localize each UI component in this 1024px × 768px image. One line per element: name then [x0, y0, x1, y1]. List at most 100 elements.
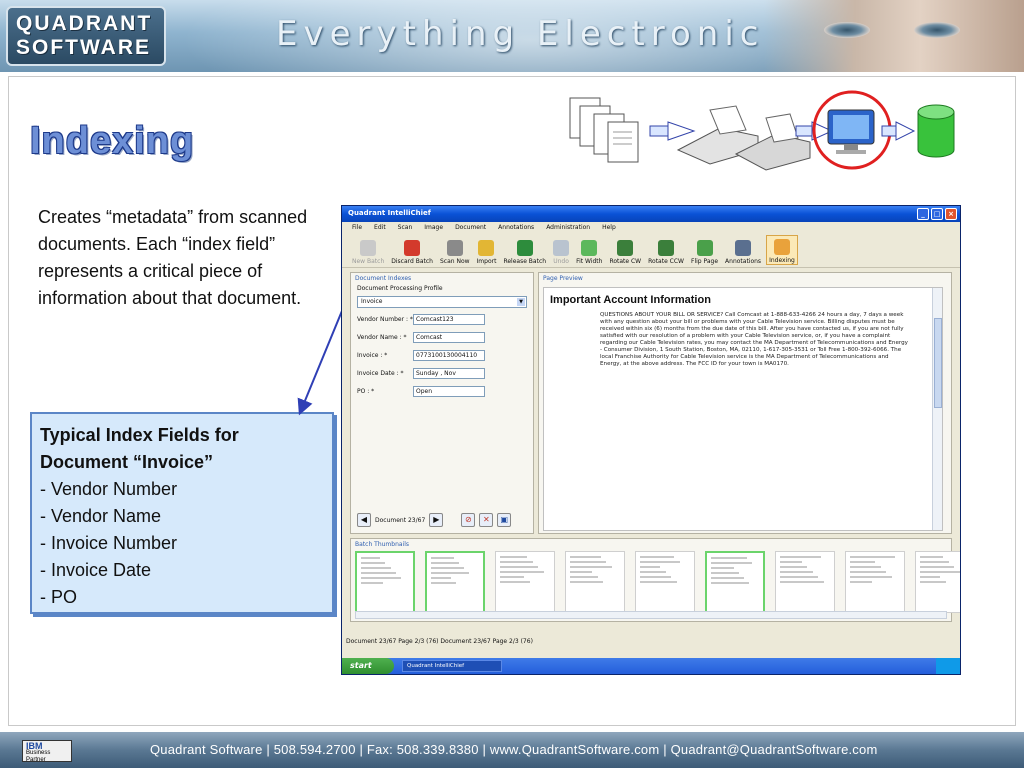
start-button[interactable]: start — [342, 658, 394, 674]
import-icon — [478, 240, 495, 256]
menu-item[interactable]: File — [352, 224, 362, 232]
page-preview[interactable]: Important Account Information QUESTIONS … — [543, 287, 943, 531]
page-thumbnail[interactable] — [425, 551, 485, 613]
paper-stack-icon — [569, 97, 639, 163]
toolbar-button[interactable]: Flip Page — [689, 235, 720, 265]
page-thumbnail[interactable] — [705, 551, 765, 613]
callout-item: - PO — [40, 587, 78, 607]
toolbar-button-label: Rotate CCW — [648, 258, 684, 265]
toolbar-button-label: New Batch — [352, 258, 385, 265]
company-logo: QUADRANT SOFTWARE — [6, 6, 166, 66]
database-icon — [917, 104, 955, 158]
toolbar-button[interactable]: Rotate CW — [607, 235, 643, 265]
toolbar-button-label: Undo — [553, 258, 569, 265]
banner-photo — [764, 0, 1024, 72]
badge-line: Business — [26, 750, 51, 756]
delete-document-button[interactable]: ⊘ — [461, 513, 476, 527]
toolbar-button[interactable]: Rotate CCW — [646, 235, 686, 265]
status-bar: Document 23/67 Page 2/3 (76) Document 23… — [346, 638, 533, 645]
footer-contact-text: Quadrant Software | 508.594.2700 | Fax: … — [150, 742, 878, 757]
callout-item: - Invoice Date — [40, 560, 152, 580]
index-field-input[interactable]: Comcast123 — [413, 313, 485, 325]
profile-label: Document Processing Profile — [357, 285, 443, 292]
windows-taskbar: start Quadrant IntelliChief — [342, 658, 960, 674]
ibm-logo: IBM — [26, 741, 43, 751]
scan-icon — [446, 240, 463, 256]
close-button[interactable]: × — [945, 208, 957, 220]
toolbar-button-label: Scan Now — [439, 258, 470, 265]
page-thumbnail[interactable] — [635, 551, 695, 613]
rotate-cw-icon — [617, 240, 634, 256]
save-button[interactable]: ▣ — [497, 513, 512, 527]
menu-bar: File Edit Scan Image Document Annotations Admi… — [342, 222, 960, 234]
document-heading: Important Account Information — [550, 294, 711, 306]
window-title: Quadrant IntelliChief — [348, 209, 431, 217]
next-document-button[interactable]: ▶ — [429, 513, 444, 527]
window-titlebar: Quadrant IntelliChief _ □ × — [342, 206, 960, 222]
page-thumbnail[interactable] — [495, 551, 555, 613]
menu-item[interactable]: Annotations — [498, 224, 534, 232]
toolbar-button[interactable]: Fit Width — [574, 235, 604, 265]
scrollbar-thumb[interactable] — [934, 318, 942, 408]
horizontal-scrollbar[interactable] — [355, 611, 947, 619]
rotate-ccw-icon — [658, 240, 675, 256]
document-counter: Document 23/67 — [375, 516, 426, 524]
header-tagline: Everything Electronic — [276, 14, 765, 54]
page-thumbnail[interactable] — [915, 551, 960, 613]
callout-item: - Vendor Name — [40, 506, 162, 526]
index-field-input[interactable]: Sunday , Nov — [413, 367, 485, 379]
taskbar-item[interactable]: Quadrant IntelliChief — [402, 660, 502, 672]
previous-document-button[interactable]: ◀ — [357, 513, 371, 527]
index-field-input[interactable]: Comcast — [413, 331, 485, 343]
index-fields-callout: Typical Index Fields for Document “Invoi… — [30, 412, 334, 614]
profile-select[interactable]: Invoice ▼ — [357, 296, 527, 308]
discard-icon — [404, 240, 421, 256]
index-field-label: Vendor Number : * — [357, 315, 413, 323]
index-field-row: Vendor Number : * Comcast123 — [351, 312, 533, 326]
toolbar-button[interactable]: Discard Batch — [389, 235, 435, 265]
vertical-scrollbar[interactable] — [932, 288, 942, 530]
cancel-button[interactable]: ✕ — [479, 513, 494, 527]
flip-page-icon — [696, 240, 713, 256]
toolbar-button-label: Fit Width — [576, 258, 603, 265]
logo-line-2: SOFTWARE — [16, 36, 151, 59]
chevron-down-icon: ▼ — [517, 298, 525, 306]
eye-graphic-left — [824, 22, 870, 38]
page-thumbnail[interactable] — [845, 551, 905, 613]
minimize-button[interactable]: _ — [917, 208, 929, 220]
toolbar-button[interactable]: Import — [475, 235, 499, 265]
menu-item[interactable]: Help — [602, 224, 616, 232]
panel-heading: Page Preview — [543, 275, 583, 282]
toolbar-button[interactable]: New Batch — [350, 235, 386, 265]
menu-item[interactable]: Scan — [398, 224, 413, 232]
index-field-label: PO : * — [357, 387, 375, 395]
computer-monitor-icon — [827, 109, 875, 154]
menu-item[interactable]: Edit — [374, 224, 386, 232]
callout-item: - Vendor Number — [40, 479, 178, 499]
maximize-button[interactable]: □ — [931, 208, 943, 220]
page-thumbnail[interactable] — [355, 551, 415, 613]
intellichief-window: Quadrant IntelliChief _ □ × File Edit Scan… — [341, 205, 961, 675]
toolbar-button[interactable]: Annotations — [723, 235, 763, 265]
index-field-input[interactable]: Open — [413, 385, 485, 397]
index-field-label: Invoice Date : * — [357, 369, 404, 377]
toolbar-button[interactable]: Indexing — [766, 235, 798, 265]
page-thumbnail[interactable] — [565, 551, 625, 613]
toolbar-button-label: Flip Page — [691, 258, 719, 265]
footer-bar: IBM Business Partner Quadrant Software |… — [0, 732, 1024, 768]
logo-line-1: QUADRANT — [16, 12, 153, 35]
header-banner: QUADRANT SOFTWARE Everything Electronic — [0, 0, 1024, 72]
menu-item[interactable]: Document — [455, 224, 486, 232]
toolbar-button-label: Release Batch — [503, 258, 547, 265]
index-field-label: Invoice : * — [357, 351, 388, 359]
index-field-row: PO : * Open — [351, 384, 533, 398]
index-fields: Vendor Number : * Comcast123 Vendor Name :… — [351, 312, 533, 398]
index-field-input[interactable]: 0773100130004110 — [413, 349, 485, 361]
menu-item[interactable]: Image — [424, 224, 443, 232]
page-thumbnail[interactable] — [775, 551, 835, 613]
menu-item[interactable]: Administration — [546, 224, 590, 232]
toolbar-button[interactable]: Release Batch — [501, 235, 548, 265]
toolbar-button[interactable]: Scan Now — [438, 235, 472, 265]
toolbar-button[interactable]: Undo — [551, 235, 571, 265]
callout-item: - Invoice Number — [40, 533, 178, 553]
